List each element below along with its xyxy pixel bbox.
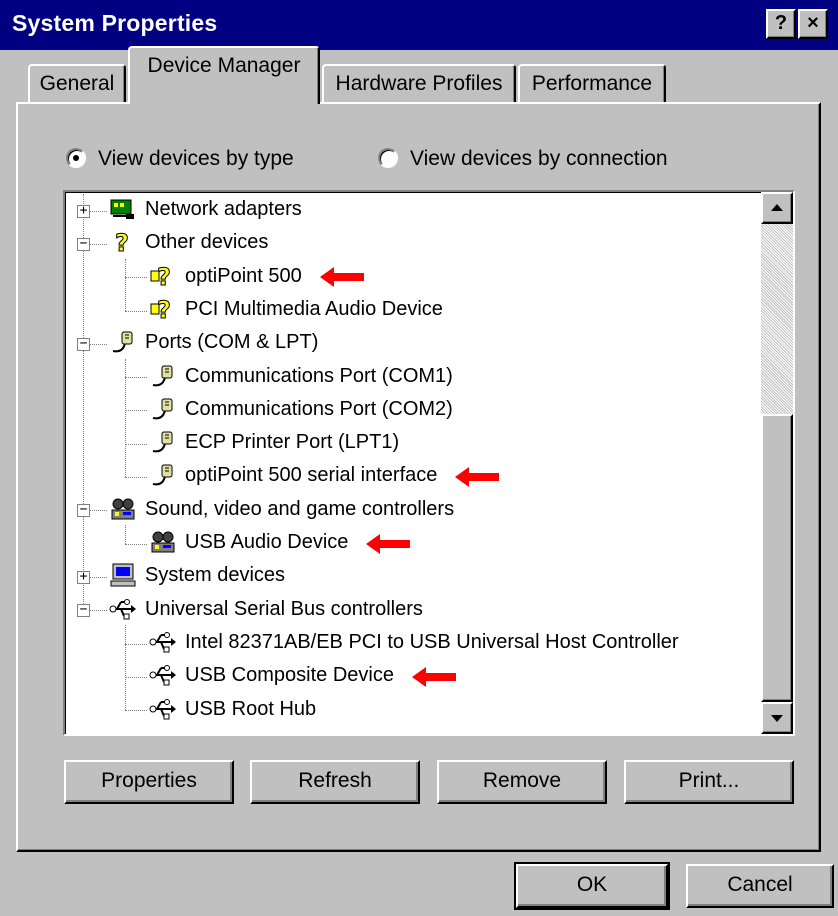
tab-hardware-profiles[interactable]: Hardware Profiles — [322, 64, 516, 104]
port-icon — [109, 329, 137, 355]
window-title: System Properties — [12, 10, 218, 36]
title-bar[interactable]: System Properties ? × — [0, 0, 838, 50]
unknown-device-icon: ? — [149, 262, 177, 291]
tree-node-label: System devices — [145, 564, 286, 587]
tree-connector-line — [125, 277, 147, 279]
tree-connector-line — [125, 477, 147, 479]
expand-icon[interactable]: + — [77, 570, 90, 584]
port-icon — [149, 462, 177, 488]
arrow-up-icon — [771, 204, 783, 211]
annotation-arrow-icon — [366, 533, 412, 554]
scroll-down-button[interactable] — [761, 702, 793, 734]
sound-device-icon — [109, 496, 137, 522]
tree-connector-line — [125, 543, 147, 545]
annotation-arrow-icon — [411, 666, 458, 687]
radio-view-by-type-label: View devices by type — [98, 147, 294, 170]
collapse-icon[interactable]: − — [77, 337, 90, 351]
tree-connector-line — [125, 624, 126, 711]
tree-connector-line — [83, 194, 84, 611]
tree-connector-line — [125, 525, 126, 544]
radio-view-by-connection-label: View devices by connection — [410, 147, 668, 170]
computer-icon — [109, 562, 137, 588]
radio-view-by-type[interactable]: View devices by type — [66, 145, 356, 173]
question-mark-icon: ? — [109, 229, 137, 258]
tree-connector-line — [125, 377, 147, 379]
tree-node-label: Communications Port (COM1) — [185, 364, 453, 387]
tab-general-label: General — [39, 72, 115, 95]
tab-performance[interactable]: Performance — [518, 64, 666, 104]
radio-button-unchecked[interactable] — [378, 148, 398, 168]
vertical-scrollbar[interactable] — [761, 192, 793, 734]
svg-text:?: ? — [115, 229, 129, 255]
scroll-thumb[interactable] — [761, 414, 793, 702]
tree-node-label: ECP Printer Port (LPT1) — [185, 431, 400, 454]
refresh-button[interactable]: Refresh — [250, 760, 420, 804]
tree-node-label: optiPoint 500 — [185, 264, 302, 287]
tab-device-manager-label: Device Manager — [147, 54, 301, 77]
arrow-down-icon — [771, 715, 783, 722]
tree-connector-line — [125, 410, 147, 412]
tree-node-label: USB Composite Device — [185, 664, 394, 687]
port-icon — [149, 429, 177, 455]
tree-node-label: USB Audio Device — [185, 531, 349, 553]
print-button[interactable]: Print... — [624, 760, 794, 804]
tree-connector-line — [125, 258, 126, 311]
collapse-icon[interactable]: − — [77, 503, 90, 518]
tree-node-label: PCI Multimedia Audio Device — [185, 297, 443, 320]
help-button[interactable]: ? — [766, 9, 796, 39]
radio-view-by-connection[interactable]: View devices by connection — [378, 145, 708, 173]
port-icon — [149, 396, 177, 422]
annotation-arrow-icon — [319, 267, 366, 288]
tree-connector-line — [125, 310, 147, 312]
expand-icon[interactable]: + — [77, 204, 90, 218]
tree-node-label: Ports (COM & LPT) — [145, 331, 319, 354]
usb-icon — [149, 629, 177, 655]
tree-node-label: Communications Port (COM2) — [185, 397, 453, 420]
tree-node-label: USB Root Hub — [185, 697, 317, 720]
collapse-icon[interactable]: − — [77, 237, 90, 251]
radio-button-checked[interactable] — [66, 148, 86, 168]
tree-connector-line — [125, 643, 147, 645]
tree-node-label: Sound, video and game controllers — [145, 497, 455, 520]
close-button[interactable]: × — [798, 9, 828, 39]
ok-button[interactable]: OK — [514, 862, 670, 910]
network-adapter-icon — [109, 196, 137, 222]
tree-connector-line — [125, 710, 147, 712]
remove-button[interactable]: Remove — [437, 760, 607, 804]
tree-connector-line — [125, 443, 147, 445]
annotation-arrow-icon — [455, 467, 501, 488]
tab-hardware-profiles-label: Hardware Profiles — [335, 72, 503, 95]
tab-performance-label: Performance — [531, 72, 653, 95]
collapse-icon[interactable]: − — [77, 603, 90, 618]
usb-icon — [149, 696, 177, 722]
tree-node-label: Intel 82371AB/EB PCI to USB Universal Ho… — [185, 630, 679, 653]
usb-icon — [149, 662, 177, 688]
tree-node-label: Network adapters — [145, 198, 302, 220]
tab-general[interactable]: General — [28, 64, 126, 104]
help-icon: ? — [774, 12, 788, 34]
port-icon — [149, 363, 177, 389]
tree-node-label: Other devices — [145, 231, 269, 254]
scroll-up-button[interactable] — [761, 192, 793, 224]
tab-device-manager[interactable]: Device Manager — [128, 46, 320, 104]
properties-button[interactable]: Properties — [64, 760, 234, 804]
sound-device-icon — [149, 529, 177, 555]
close-icon: × — [807, 12, 819, 34]
usb-icon — [109, 596, 137, 622]
tree-connector-line — [125, 676, 147, 678]
tree-node-label: optiPoint 500 serial interface — [185, 464, 438, 487]
unknown-device-icon: ? — [149, 295, 177, 324]
cancel-button[interactable]: Cancel — [686, 864, 834, 908]
tree-node-label: Universal Serial Bus controllers — [145, 597, 423, 620]
device-tree[interactable]: + Network adapters −? Other devices? optiPoi… — [63, 190, 795, 736]
